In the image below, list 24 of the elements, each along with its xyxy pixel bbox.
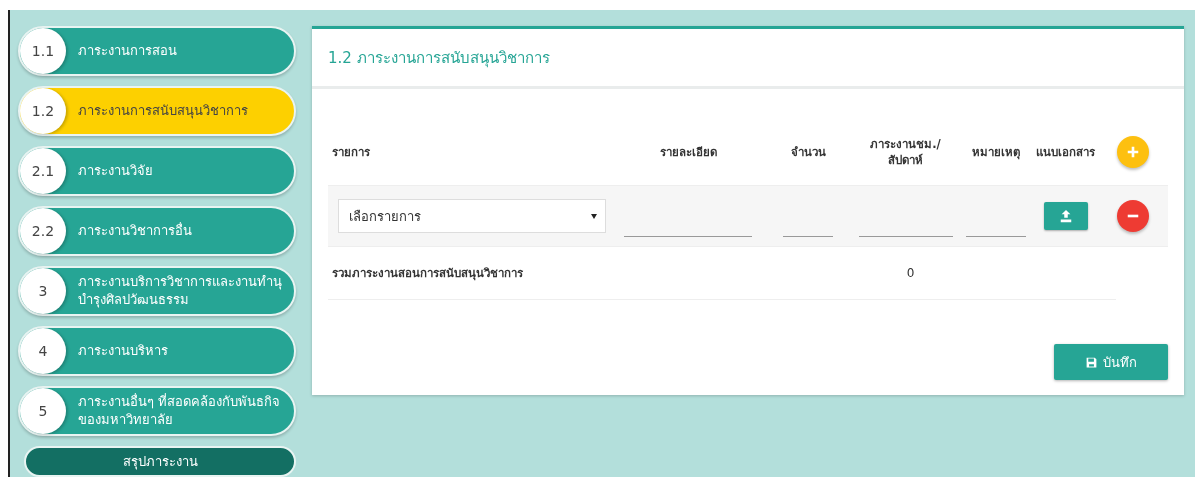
plus-icon [1126, 145, 1140, 159]
sidebar-item[interactable]: 2.2 ภาระงานวิชาการอื่น [18, 206, 296, 256]
upload-button[interactable] [1043, 202, 1088, 230]
item-select[interactable]: เลือกรายการ [338, 199, 606, 233]
caret-icon [591, 213, 597, 219]
panel-title: 1.2 ภาระงานการสนับสนุนวิชาการ [328, 47, 550, 70]
sidebar-item[interactable]: 1.1 ภาระงานการสอน [18, 26, 296, 76]
sidebar-item[interactable]: 4 ภาระงานบริหาร [18, 326, 296, 376]
sidebar-item[interactable]: 2.1 ภาระงานวิจัย [18, 146, 296, 196]
total-value: 0 [905, 266, 916, 280]
summary-button[interactable]: สรุปภาระงาน [24, 446, 296, 477]
sidebar-item[interactable]: 3 ภาระงานบริการวิชาการและงานทำนุบำรุงศิลปวัฒนธรรม [18, 266, 296, 316]
add-button[interactable] [1117, 136, 1149, 168]
upload-icon [1058, 209, 1073, 223]
column-header: จำนวน [789, 143, 827, 161]
sidebar-item[interactable]: 1.2 ภาระงานการสนับสนุนวิชาการ [18, 86, 296, 136]
column-header: แนบเอกสาร [1035, 143, 1096, 161]
column-header: หมายเหตุ [970, 143, 1021, 161]
sidebar-item[interactable]: 5 ภาระงานอื่นๆ ที่สอดคล้องกับพันธกิจของมหาวิทยาลัย [18, 386, 296, 436]
column-header: รายละเอียด [658, 143, 718, 161]
column-header: รายการ [331, 143, 371, 161]
total-label: รวมภาระงานสอนการสนับสนุนวิชาการ [331, 265, 524, 282]
column-header: ภาระงานชม./สัปดาห์ [869, 135, 942, 169]
remove-button[interactable] [1117, 200, 1149, 232]
